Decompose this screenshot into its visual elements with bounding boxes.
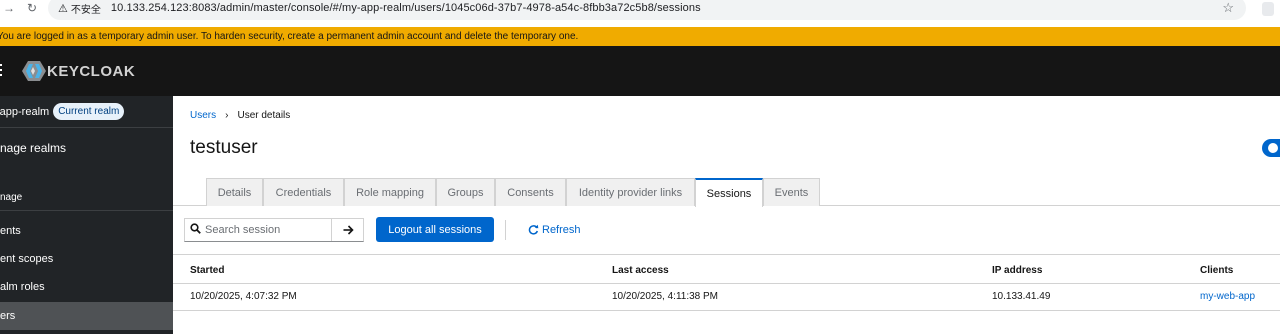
tab-identity-provider-links[interactable]: Identity provider links xyxy=(566,178,695,206)
sidebar-divider xyxy=(0,210,173,211)
column-header-clients[interactable]: Clients xyxy=(1200,265,1233,276)
sidebar-item-label: ent scopes xyxy=(0,253,54,265)
sidebar-item-label: alm roles xyxy=(0,281,45,293)
page-title: testuser xyxy=(190,137,258,158)
bookmark-star-icon[interactable]: ☆ xyxy=(1222,0,1234,16)
sidebar-item-label: ents xyxy=(0,225,21,237)
column-header-started[interactable]: Started xyxy=(190,265,224,276)
sidebar-item-realm-roles[interactable]: alm roles xyxy=(0,281,173,293)
tab-label: Events xyxy=(774,186,809,199)
tab-label: Consents xyxy=(507,186,554,199)
current-realm-badge: Current realm xyxy=(53,103,125,120)
column-header-last-access[interactable]: Last access xyxy=(612,265,669,276)
tab-groups[interactable]: Groups xyxy=(436,178,495,206)
warning-triangle-icon: ⚠ xyxy=(58,2,68,15)
sessions-toolbar: Logout all sessions Refresh xyxy=(173,216,1280,244)
sidebar-section-label: nage xyxy=(0,192,23,203)
breadcrumb: Users › User details xyxy=(190,110,290,121)
tab-credentials[interactable]: Credentials xyxy=(263,178,344,206)
logout-all-sessions-button[interactable]: Logout all sessions xyxy=(376,217,494,242)
keycloak-logo[interactable]: KEYCLOAK xyxy=(22,61,135,81)
sidebar: -app-realm Current realm nage realms nag… xyxy=(0,96,173,334)
cell-started: 10/20/2025, 4:07:32 PM xyxy=(190,291,297,302)
cell-last-access: 10/20/2025, 4:11:38 PM xyxy=(612,291,719,302)
address-bar[interactable]: ⚠ 不安全 10.133.254.123:8083/admin/master/c… xyxy=(48,0,1246,20)
banner-text: You are logged in as a temporary admin u… xyxy=(0,31,579,42)
security-warning-label: 不安全 xyxy=(70,4,101,16)
breadcrumb-users-link[interactable]: Users xyxy=(190,110,216,121)
refresh-label: Refresh xyxy=(542,223,581,236)
search-submit-arrow-icon[interactable] xyxy=(331,219,364,241)
tab-label: Details xyxy=(217,186,252,199)
sidebar-item-client-scopes[interactable]: ent scopes xyxy=(0,253,173,265)
breadcrumb-current: User details xyxy=(237,110,291,121)
breadcrumb-chevron-icon: › xyxy=(225,110,229,121)
search-input[interactable] xyxy=(205,224,325,236)
sidebar-section-manage: nage xyxy=(0,192,173,203)
tab-label: Groups xyxy=(447,186,484,199)
tab-label: Identity provider links xyxy=(578,186,683,199)
refresh-icon xyxy=(528,224,539,235)
column-header-ip-address[interactable]: IP address xyxy=(992,265,1042,276)
tab-sessions[interactable]: Sessions xyxy=(695,178,763,207)
tab-role-mapping[interactable]: Role mapping xyxy=(344,178,436,206)
refresh-button[interactable]: Refresh xyxy=(528,217,581,242)
reload-icon[interactable]: ↻ xyxy=(27,1,37,15)
table-row: 10/20/2025, 4:07:32 PM 10/20/2025, 4:11:… xyxy=(173,284,1280,311)
tab-label: Sessions xyxy=(706,187,752,200)
tab-consents[interactable]: Consents xyxy=(495,178,566,206)
tab-events[interactable]: Events xyxy=(763,178,820,206)
masthead: KEYCLOAK xyxy=(0,46,1280,96)
keycloak-logo-icon xyxy=(22,61,46,81)
extension-icon[interactable] xyxy=(1262,2,1274,16)
realm-selector[interactable]: -app-realm Current realm xyxy=(0,96,173,128)
sidebar-item-clients[interactable]: ents xyxy=(0,225,173,237)
user-tabs: Details Credentials Role mapping Groups … xyxy=(173,178,1280,207)
security-warning[interactable]: ⚠ 不安全 xyxy=(58,1,101,16)
table-header: Started Last access IP address Clients xyxy=(173,254,1280,284)
realm-name: -app-realm xyxy=(0,105,50,118)
sidebar-item-users[interactable]: ers xyxy=(0,302,173,330)
toolbar-divider xyxy=(505,220,506,240)
temporary-admin-banner: You are logged in as a temporary admin u… xyxy=(0,27,1280,46)
sidebar-item-label: ers xyxy=(0,310,16,322)
user-enabled-toggle[interactable] xyxy=(1262,139,1280,157)
cell-client-link[interactable]: my-web-app xyxy=(1200,291,1255,302)
tab-label: Role mapping xyxy=(356,186,424,199)
forward-icon[interactable]: → xyxy=(3,1,15,15)
logo-text: KEYCLOAK xyxy=(47,62,136,80)
tab-label: Credentials xyxy=(275,186,332,199)
browser-toolbar: → ↻ ⚠ 不安全 10.133.254.123:8083/admin/mast… xyxy=(0,0,1280,20)
search-session-box xyxy=(184,218,364,242)
url-text: 10.133.254.123:8083/admin/master/console… xyxy=(110,2,701,14)
sidebar-item-label: nage realms xyxy=(0,141,67,155)
hamburger-menu-icon[interactable] xyxy=(0,64,2,78)
tab-details[interactable]: Details xyxy=(206,178,263,206)
cell-ip-address: 10.133.41.49 xyxy=(992,291,1051,302)
sidebar-item-manage-realms[interactable]: nage realms xyxy=(0,141,173,155)
main-content: Users › User details testuser Details Cr… xyxy=(173,96,1280,334)
search-icon xyxy=(185,221,205,239)
